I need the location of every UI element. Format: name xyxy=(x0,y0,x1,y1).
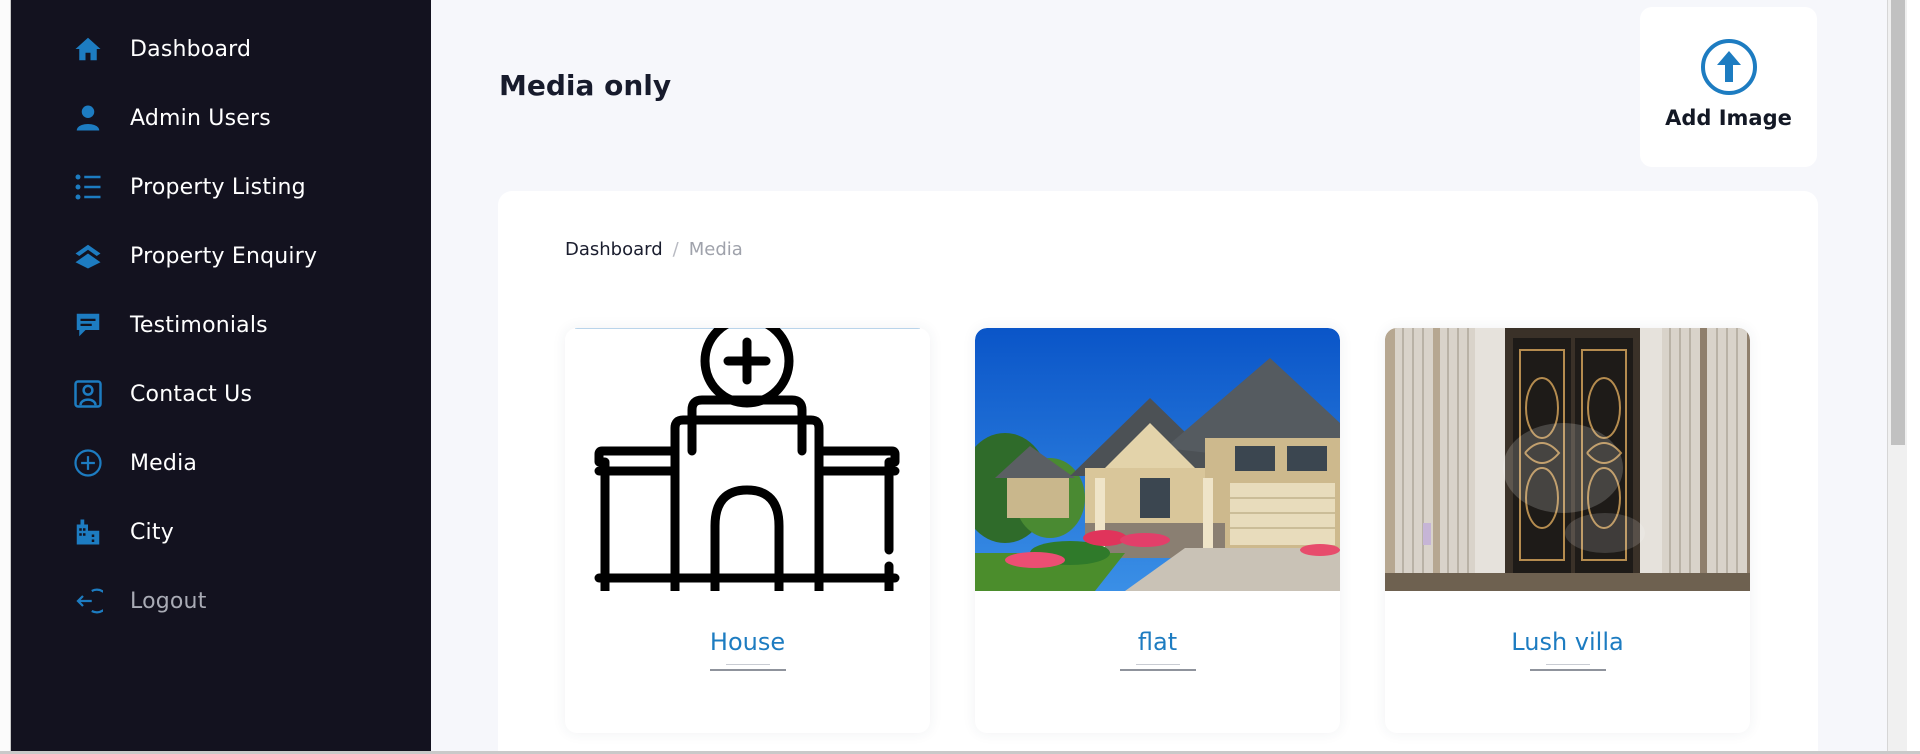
user-icon xyxy=(71,101,105,135)
breadcrumb-separator: / xyxy=(672,239,679,260)
breadcrumb-dashboard-link[interactable]: Dashboard xyxy=(565,239,663,260)
sidebar-item-label: Property Enquiry xyxy=(130,243,318,269)
sidebar-item-city[interactable]: City xyxy=(71,510,174,554)
sidebar-item-property-enquiry[interactable]: Property Enquiry xyxy=(71,234,317,278)
scrollbar-thumb[interactable] xyxy=(1891,0,1905,445)
main-area: Media only Add Image Dashboard / Media H… xyxy=(431,0,1887,754)
sidebar-item-logout[interactable]: Logout xyxy=(71,579,207,623)
vertical-scrollbar[interactable] xyxy=(1887,0,1907,754)
list-icon xyxy=(71,170,105,204)
media-title-link[interactable]: House xyxy=(710,628,785,656)
media-title-link[interactable]: flat xyxy=(1138,628,1177,656)
sidebar-item-testimonials[interactable]: Testimonials xyxy=(71,303,268,347)
sidebar-item-dashboard[interactable]: Dashboard xyxy=(71,27,251,71)
suburban-house-photo xyxy=(975,328,1340,591)
sidebar-item-label: City xyxy=(130,519,174,545)
media-thumbnail[interactable] xyxy=(975,328,1340,591)
sidebar-item-label: Contact Us xyxy=(130,381,253,407)
sidebar-item-admin-users[interactable]: Admin Users xyxy=(71,96,271,140)
add-image-button[interactable]: Add Image xyxy=(1640,7,1817,167)
logout-icon xyxy=(71,584,105,618)
sidebar-item-media[interactable]: Media xyxy=(71,441,197,485)
media-card: Lush villa xyxy=(1385,328,1750,733)
villa-entrance-photo xyxy=(1385,328,1750,591)
title-underline xyxy=(709,664,786,671)
sidebar-item-label: Media xyxy=(130,450,198,476)
media-panel: Dashboard / Media House flat Lush villa xyxy=(498,191,1818,754)
chat-icon xyxy=(71,308,105,342)
contact-icon xyxy=(71,377,105,411)
sidebar-item-property-listing[interactable]: Property Listing xyxy=(71,165,306,209)
upload-arrow-icon xyxy=(1700,39,1757,95)
layers-icon xyxy=(71,239,105,273)
media-thumbnail[interactable] xyxy=(565,328,930,591)
add-image-label: Add Image xyxy=(1665,106,1792,130)
window-right-edge xyxy=(1907,0,1920,754)
media-title-link[interactable]: Lush villa xyxy=(1511,628,1623,656)
sidebar-item-label: Dashboard xyxy=(130,36,252,62)
sidebar-item-label: Property Listing xyxy=(130,174,306,200)
media-grid: House flat Lush villa xyxy=(565,328,1750,733)
breadcrumb-current: Media xyxy=(688,239,743,260)
city-icon xyxy=(71,515,105,549)
media-thumbnail[interactable] xyxy=(1385,328,1750,591)
hospital-building-icon xyxy=(565,328,930,591)
media-card: flat xyxy=(975,328,1340,733)
title-underline xyxy=(1119,664,1196,671)
sidebar-item-label: Testimonials xyxy=(130,312,268,338)
page-title: Media only xyxy=(499,69,672,102)
sidebar-item-contact-us[interactable]: Contact Us xyxy=(71,372,252,416)
title-underline xyxy=(1529,664,1606,671)
media-card: House xyxy=(565,328,930,733)
window-left-edge xyxy=(0,0,11,754)
sidebar: Dashboard Admin Users Property Listing P… xyxy=(11,0,431,754)
breadcrumb: Dashboard / Media xyxy=(565,239,743,260)
plus-circle-icon xyxy=(71,446,105,480)
sidebar-item-label: Logout xyxy=(130,588,207,614)
home-icon xyxy=(71,32,105,66)
sidebar-item-label: Admin Users xyxy=(130,105,271,131)
